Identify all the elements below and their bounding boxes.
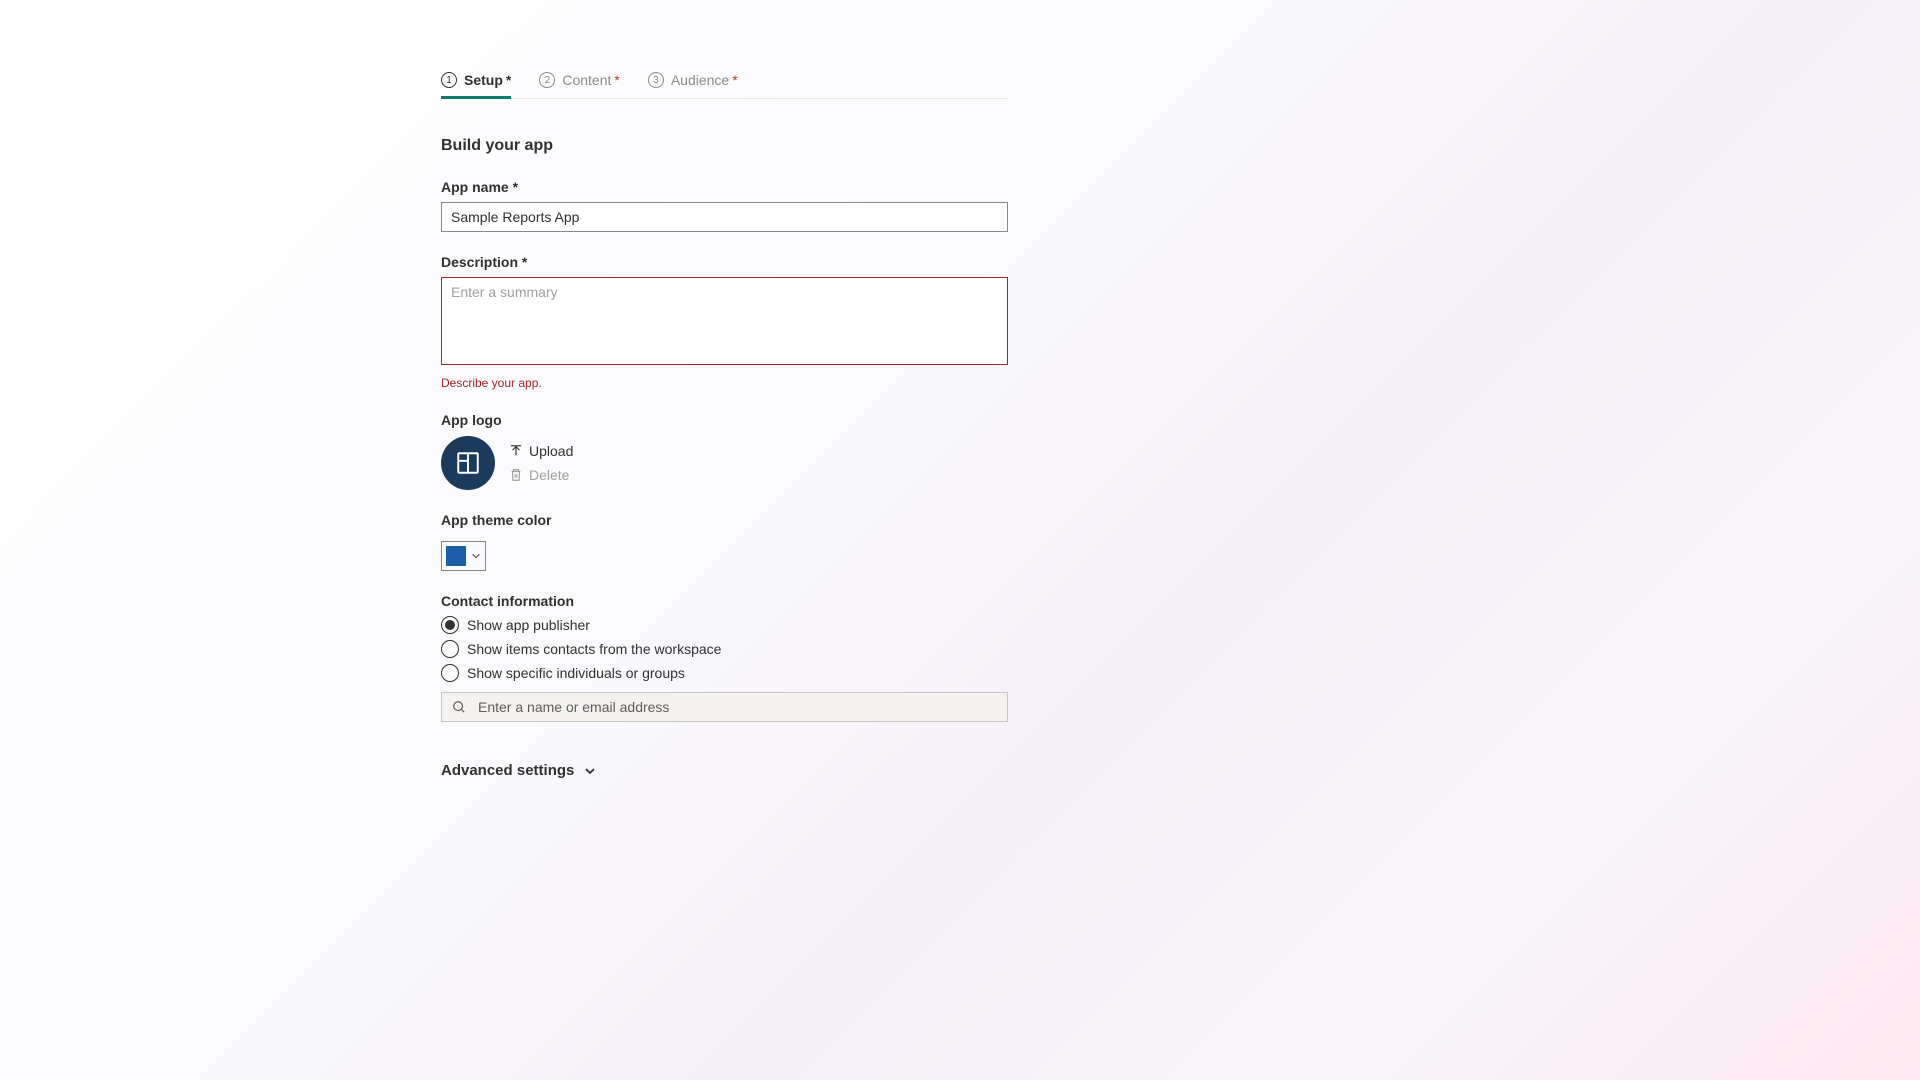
description-error: Describe your app. xyxy=(441,376,1008,390)
app-name-input[interactable] xyxy=(441,202,1008,232)
app-name-label: App name * xyxy=(441,179,1008,195)
description-input[interactable] xyxy=(441,277,1008,365)
radio-label: Show app publisher xyxy=(467,617,590,633)
trash-icon xyxy=(509,468,523,482)
section-title: Build your app xyxy=(441,137,1008,155)
advanced-settings-toggle[interactable]: Advanced settings xyxy=(441,762,1008,779)
app-logo-icon xyxy=(455,450,481,476)
wizard-tabs: 1 Setup* 2 Content* 3 Audience* xyxy=(441,72,1008,99)
search-icon xyxy=(452,700,466,714)
radio-show-workspace-contacts[interactable]: Show items contacts from the workspace xyxy=(441,640,1008,658)
step-number-icon: 2 xyxy=(539,72,555,88)
upload-button[interactable]: Upload xyxy=(509,443,573,459)
description-label: Description * xyxy=(441,254,1008,270)
upload-icon xyxy=(509,444,523,458)
delete-label: Delete xyxy=(529,467,569,483)
chevron-down-icon xyxy=(584,765,596,777)
tab-label: Content xyxy=(562,72,611,88)
theme-color-picker[interactable] xyxy=(441,541,486,571)
required-asterisk: * xyxy=(506,72,511,88)
tab-label: Setup xyxy=(464,72,503,88)
required-asterisk: * xyxy=(614,72,619,88)
theme-color-label: App theme color xyxy=(441,512,1008,528)
delete-button[interactable]: Delete xyxy=(509,467,573,483)
app-logo-preview xyxy=(441,436,495,490)
radio-icon xyxy=(441,616,459,634)
radio-icon xyxy=(441,640,459,658)
chevron-down-icon xyxy=(471,551,481,561)
tab-audience[interactable]: 3 Audience* xyxy=(648,72,738,98)
radio-icon xyxy=(441,664,459,682)
step-number-icon: 3 xyxy=(648,72,664,88)
color-swatch xyxy=(446,546,466,566)
radio-label: Show items contacts from the workspace xyxy=(467,641,721,657)
contact-search-wrapper xyxy=(441,692,1008,722)
tab-label: Audience xyxy=(671,72,729,88)
upload-label: Upload xyxy=(529,443,573,459)
step-number-icon: 1 xyxy=(441,72,457,88)
radio-show-specific[interactable]: Show specific individuals or groups xyxy=(441,664,1008,682)
contact-label: Contact information xyxy=(441,593,1008,609)
tab-setup[interactable]: 1 Setup* xyxy=(441,72,511,98)
advanced-label: Advanced settings xyxy=(441,762,574,779)
radio-show-publisher[interactable]: Show app publisher xyxy=(441,616,1008,634)
required-asterisk: * xyxy=(732,72,737,88)
contact-search-input[interactable] xyxy=(478,699,997,715)
app-logo-label: App logo xyxy=(441,412,1008,428)
tab-content[interactable]: 2 Content* xyxy=(539,72,620,98)
radio-label: Show specific individuals or groups xyxy=(467,665,685,681)
